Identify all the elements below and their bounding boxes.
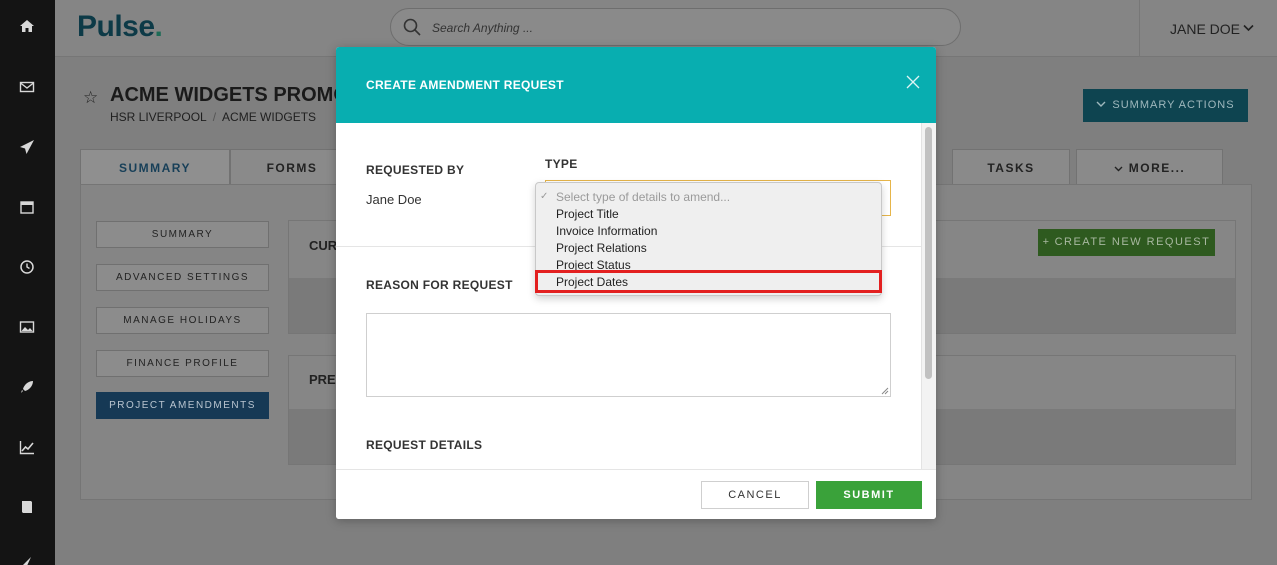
send-icon[interactable] bbox=[18, 139, 36, 157]
home-icon[interactable] bbox=[18, 18, 36, 36]
tab-tasks[interactable]: TASKS bbox=[952, 149, 1070, 185]
breadcrumb: HSR LIVERPOOL / ACME WIDGETS bbox=[110, 110, 317, 124]
summary-actions-button[interactable]: SUMMARY ACTIONS bbox=[1083, 89, 1248, 122]
reason-label: REASON FOR REQUEST bbox=[366, 278, 513, 292]
modal-footer: CANCEL SUBMIT bbox=[336, 469, 936, 519]
star-icon[interactable]: ☆ bbox=[83, 88, 98, 108]
pin-icon[interactable] bbox=[18, 556, 36, 565]
calendar-icon[interactable] bbox=[18, 199, 36, 217]
cancel-button[interactable]: CANCEL bbox=[701, 481, 809, 509]
search-icon bbox=[403, 18, 421, 36]
side-nav-manage-holidays[interactable]: MANAGE HOLIDAYS bbox=[96, 307, 269, 334]
requested-by-value: Jane Doe bbox=[366, 192, 422, 207]
reason-textarea[interactable] bbox=[366, 313, 891, 397]
rocket-icon[interactable] bbox=[18, 379, 36, 397]
type-label: TYPE bbox=[545, 157, 578, 171]
chevron-down-icon bbox=[1243, 24, 1254, 32]
side-nav-summary[interactable]: SUMMARY bbox=[96, 221, 269, 248]
plus-icon: + bbox=[1042, 236, 1051, 248]
user-menu[interactable]: JANE DOE bbox=[1139, 0, 1277, 57]
mail-icon[interactable] bbox=[18, 79, 36, 97]
submit-button[interactable]: SUBMIT bbox=[816, 481, 922, 509]
chevron-down-icon bbox=[1096, 101, 1106, 107]
breadcrumb-item[interactable]: ACME WIDGETS bbox=[222, 110, 316, 124]
left-sidebar bbox=[0, 0, 55, 565]
modal-header: CREATE AMENDMENT REQUEST bbox=[336, 47, 936, 123]
create-amendment-modal: CREATE AMENDMENT REQUEST REQUESTED BY Ja… bbox=[336, 47, 936, 519]
chart-icon[interactable] bbox=[18, 439, 36, 457]
check-icon: ✓ bbox=[540, 191, 549, 202]
clock-icon[interactable] bbox=[18, 259, 36, 277]
modal-title: CREATE AMENDMENT REQUEST bbox=[366, 78, 564, 92]
dropdown-option[interactable]: Select type of details to amend... bbox=[556, 190, 730, 204]
modal-body: REQUESTED BY Jane Doe TYPE bbox=[336, 123, 936, 469]
create-new-request-button[interactable]: + CREATE NEW REQUEST bbox=[1038, 229, 1215, 256]
search-input[interactable]: Search Anything ... bbox=[390, 8, 961, 46]
book-icon[interactable] bbox=[18, 499, 36, 517]
project-title: ACME WIDGETS PROMO bbox=[110, 84, 349, 106]
pulse-logo[interactable]: Pulse. bbox=[77, 10, 163, 44]
image-icon[interactable] bbox=[18, 319, 36, 337]
tab-more[interactable]: MORE... bbox=[1076, 149, 1223, 185]
panel-heading: CUR bbox=[309, 238, 338, 253]
user-name: JANE DOE bbox=[1170, 21, 1241, 37]
highlight-box bbox=[535, 270, 882, 293]
side-nav-advanced-settings[interactable]: ADVANCED SETTINGS bbox=[96, 264, 269, 291]
search-placeholder: Search Anything ... bbox=[432, 21, 533, 35]
dropdown-option[interactable]: Project Title bbox=[556, 207, 619, 221]
side-nav-finance-profile[interactable]: FINANCE PROFILE bbox=[96, 350, 269, 377]
dropdown-option[interactable]: Project Relations bbox=[556, 241, 647, 255]
breadcrumb-item[interactable]: HSR LIVERPOOL bbox=[110, 110, 207, 124]
close-icon[interactable] bbox=[905, 74, 921, 90]
chevron-down-icon bbox=[1114, 166, 1123, 172]
side-nav-project-amendments[interactable]: PROJECT AMENDMENTS bbox=[96, 392, 269, 419]
dropdown-option[interactable]: Invoice Information bbox=[556, 224, 657, 238]
tab-summary[interactable]: SUMMARY bbox=[80, 149, 230, 185]
modal-scrollbar-thumb[interactable] bbox=[925, 127, 932, 379]
request-details-label: REQUEST DETAILS bbox=[366, 438, 483, 452]
requested-by-label: REQUESTED BY bbox=[366, 163, 465, 177]
resize-handle-icon[interactable] bbox=[881, 387, 889, 395]
